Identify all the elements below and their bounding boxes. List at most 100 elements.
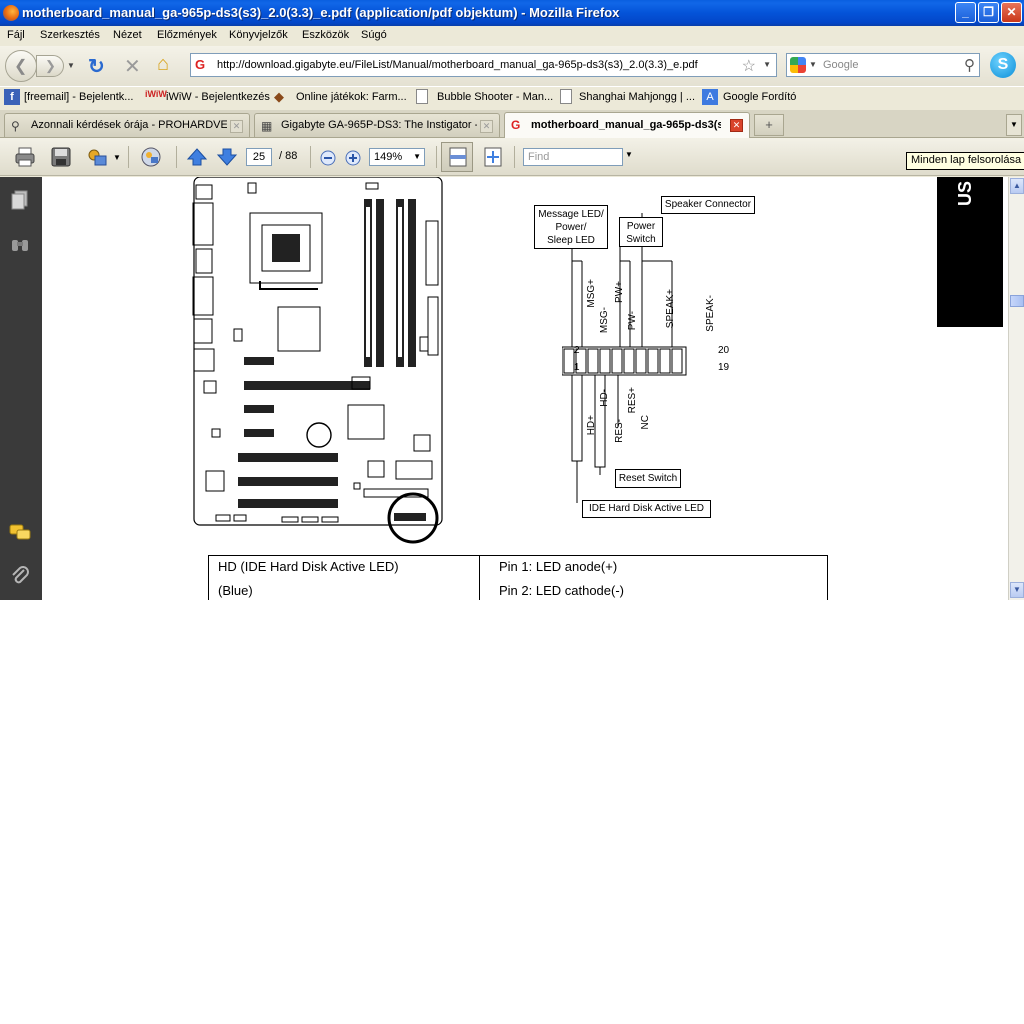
- iwiw-icon: iWiW: [145, 89, 167, 99]
- table-divider: [479, 556, 480, 600]
- menu-bookmarks[interactable]: Könyvjelzők: [229, 29, 288, 41]
- bookmark-bubble-shooter[interactable]: Bubble Shooter - Man...: [437, 91, 553, 103]
- bookmark-shanghai[interactable]: Shanghai Mahjongg | ...: [579, 91, 695, 103]
- window-title: motherboard_manual_ga-965p-ds3(s3)_2.0(3…: [22, 5, 620, 20]
- back-button[interactable]: ❮: [5, 50, 37, 82]
- zoom-in-icon[interactable]: [345, 150, 361, 166]
- fit-page-icon[interactable]: [482, 146, 504, 168]
- firefox-icon: [3, 5, 19, 21]
- tab-label: Gigabyte GA-965P-DS3: The Instigator - .…: [281, 119, 477, 131]
- scroll-up-arrow-icon[interactable]: ▲: [1010, 178, 1024, 194]
- restore-button[interactable]: ❐: [978, 2, 999, 23]
- url-bar[interactable]: G http://download.gigabyte.eu/FileList/M…: [190, 53, 777, 77]
- page-number-input[interactable]: 25: [246, 148, 272, 166]
- search-bar[interactable]: ▼ Google ⚲: [786, 53, 980, 77]
- find-input[interactable]: Find: [523, 148, 623, 166]
- tab-prohardver[interactable]: ⚲ Azonnali kérdések órája - PROHARDVER!.…: [4, 113, 250, 137]
- bookmark-iwiw[interactable]: iWiW - Bejelentkezés: [166, 91, 270, 103]
- engine-dropdown-icon[interactable]: ▼: [809, 60, 817, 69]
- close-tab-icon[interactable]: ✕: [480, 120, 493, 133]
- pin-label: HD+: [586, 415, 597, 436]
- close-button[interactable]: ✕: [1001, 2, 1022, 23]
- home-icon[interactable]: ⌂: [157, 53, 169, 76]
- pin-label: MSG-: [599, 307, 610, 334]
- scroll-down-arrow-icon[interactable]: ▼: [1010, 582, 1024, 598]
- scrollbar-thumb[interactable]: [1010, 295, 1024, 307]
- url-dropdown-icon[interactable]: ▼: [763, 60, 771, 69]
- tab-label: Azonnali kérdések órája - PROHARDVER!...: [31, 119, 227, 131]
- tooltip: Minden lap felsorolása: [906, 152, 1024, 170]
- plus-icon: +: [765, 117, 773, 132]
- previous-page-icon[interactable]: [186, 146, 208, 168]
- binoculars-icon[interactable]: [9, 233, 31, 255]
- separator: [514, 146, 515, 168]
- section-tab: US: [937, 177, 1003, 327]
- separator: [128, 146, 129, 168]
- bookmark-freemail[interactable]: [freemail] - Bejelentk...: [24, 91, 133, 103]
- google-engine-icon[interactable]: [790, 57, 806, 73]
- farm-game-icon: ◆: [274, 89, 284, 104]
- search-icon[interactable]: ⚲: [964, 56, 975, 74]
- separator: [436, 146, 437, 168]
- vertical-scrollbar[interactable]: ▲ ▼: [1008, 177, 1024, 600]
- pdf-viewport[interactable]: Message LED/ Power/ Sleep LED Power Swit…: [42, 177, 1008, 600]
- skype-icon[interactable]: S: [990, 52, 1016, 78]
- bookmark-farm[interactable]: Online játékok: Farm...: [296, 91, 407, 103]
- gigabyte-favicon-icon: G: [511, 118, 521, 132]
- url-text[interactable]: http://download.gigabyte.eu/FileList/Man…: [217, 59, 698, 71]
- reset-switch-label: Reset Switch: [615, 469, 681, 488]
- print-icon[interactable]: [14, 146, 36, 168]
- save-icon[interactable]: [50, 146, 72, 168]
- share-icon[interactable]: [86, 146, 108, 168]
- pin-number-19: 19: [718, 362, 730, 373]
- bookmark-star-icon[interactable]: ☆: [742, 56, 756, 76]
- find-dropdown-icon[interactable]: ▼: [625, 150, 633, 159]
- tab-manual-pdf[interactable]: G motherboard_manual_ga-965p-ds3(s3)_2..…: [504, 112, 750, 138]
- comments-icon[interactable]: [9, 521, 31, 543]
- stop-icon[interactable]: ✕: [124, 54, 141, 79]
- pin-label: MSG+: [586, 279, 597, 308]
- bookmark-google-translate[interactable]: Google Fordító: [723, 91, 796, 103]
- pin-definition-table: HD (IDE Hard Disk Active LED) Pin 1: LED…: [208, 555, 828, 600]
- menu-help[interactable]: Súgó: [361, 29, 387, 41]
- page-icon: [416, 89, 428, 104]
- menu-edit[interactable]: Szerkesztés: [40, 29, 100, 41]
- fit-width-button[interactable]: [441, 142, 473, 172]
- menu-view[interactable]: Nézet: [113, 29, 142, 41]
- close-tab-icon[interactable]: ✕: [230, 120, 243, 133]
- forward-button[interactable]: ❯: [36, 55, 64, 77]
- menu-bar: Fájl Szerkesztés Nézet Előzmények Könyvj…: [0, 26, 1024, 46]
- page-icon: [560, 89, 572, 104]
- collaborate-icon[interactable]: [140, 146, 162, 168]
- tab-gigabyte-review[interactable]: ▦ Gigabyte GA-965P-DS3: The Instigator -…: [254, 113, 500, 137]
- search-input[interactable]: Google: [823, 59, 858, 71]
- attachment-icon[interactable]: [9, 565, 31, 587]
- label-line: Power/: [555, 222, 587, 233]
- title-bar: motherboard_manual_ga-965p-ds3(s3)_2.0(3…: [0, 0, 1024, 26]
- history-dropdown-icon[interactable]: ▼: [67, 61, 75, 70]
- speaker-connector-label: Speaker Connector: [661, 196, 755, 214]
- minimize-button[interactable]: _: [955, 2, 976, 23]
- pin-label: RES+: [627, 387, 638, 414]
- zoom-select[interactable]: 149% ▼: [369, 148, 425, 166]
- menu-history[interactable]: Előzmények: [157, 29, 217, 41]
- close-tab-icon[interactable]: ✕: [730, 119, 743, 132]
- search-icon: ⚲: [11, 119, 20, 133]
- pin-label: SPEAK-: [705, 295, 716, 332]
- pages-icon[interactable]: [9, 189, 31, 211]
- pin-label: NC: [640, 415, 651, 430]
- new-tab-button[interactable]: +: [754, 114, 784, 136]
- forward-arrow-icon: ❯: [45, 58, 56, 73]
- next-page-icon[interactable]: [216, 146, 238, 168]
- pin-number-20: 20: [718, 345, 730, 356]
- zoom-out-icon[interactable]: [320, 150, 336, 166]
- close-icon: ✕: [1006, 5, 1017, 19]
- tab-label: motherboard_manual_ga-965p-ds3(s3)_2...: [531, 119, 721, 131]
- pin-label: RES-: [614, 419, 625, 443]
- message-led-label: Message LED/ Power/ Sleep LED: [534, 205, 608, 249]
- share-dropdown-icon[interactable]: ▼: [113, 153, 121, 162]
- reload-icon[interactable]: ↻: [88, 54, 105, 79]
- menu-file[interactable]: Fájl: [7, 29, 25, 41]
- tab-list-button[interactable]: ▼: [1006, 114, 1022, 136]
- menu-tools[interactable]: Eszközök: [302, 29, 349, 41]
